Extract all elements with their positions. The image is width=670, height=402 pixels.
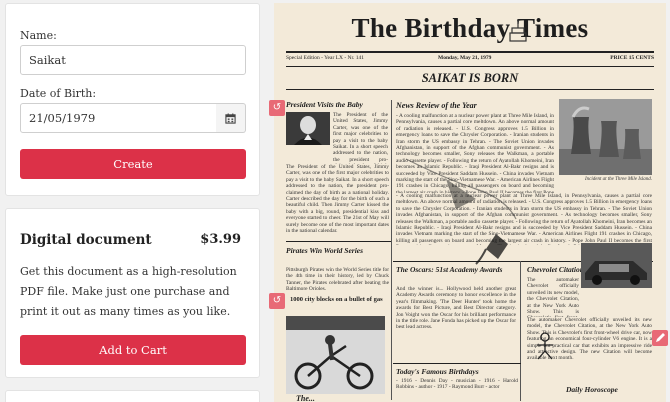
- article-horoscope-head: Daily Horoscope: [566, 385, 618, 394]
- paper-price: PRICE 15 CENTS: [610, 55, 654, 61]
- add-to-cart-button[interactable]: Add to Cart: [20, 335, 246, 365]
- bottom-article-head: The...: [296, 394, 315, 402]
- pencil-edit-icon[interactable]: [652, 330, 668, 346]
- dob-input[interactable]: 21/05/1979: [20, 103, 217, 133]
- product-price: $3.99: [200, 232, 241, 247]
- car-photo: [581, 243, 652, 288]
- article-chevrolet-text-a: The automaker Chevrolet officially unvei…: [527, 277, 579, 317]
- calendar-icon: [225, 112, 236, 124]
- pirates-photo-caption: 1000 city blocks on a bullet of gas: [290, 296, 383, 303]
- product-card: Digital document $3.99 Get this document…: [5, 208, 260, 378]
- nuclear-plant-caption: Incident at the Three Mile Island.: [584, 177, 652, 182]
- bicycle-photo: [286, 316, 385, 394]
- pirates-rule: [286, 241, 391, 242]
- create-button[interactable]: Create: [20, 149, 246, 179]
- product-description: Get this document as a high-resolution P…: [20, 265, 237, 318]
- undo-icon-2[interactable]: ↺: [269, 293, 285, 309]
- mid-rule: [286, 66, 654, 67]
- name-input[interactable]: Saikat: [20, 45, 246, 75]
- article-president-text-a: The President of the United States, Jimm…: [333, 112, 388, 164]
- president-photo: [286, 112, 330, 145]
- top-rule: [286, 51, 654, 53]
- dob-field: 21/05/1979: [20, 103, 246, 133]
- article-pirates-head: Pirates Win World Series: [286, 246, 364, 255]
- headline-rule: [286, 89, 654, 90]
- article-oscars-text: And the winner is... Hollywood held anot…: [396, 286, 516, 331]
- article-president-text-b: The President of the United States, Jimm…: [286, 164, 389, 234]
- secondary-card: [5, 390, 260, 402]
- paper-date: Monday, May 21, 1979: [438, 55, 492, 61]
- article-president-head: President Visits the Baby: [286, 100, 363, 109]
- edition-text: Special Edition - Year LX - Nr. 141: [286, 55, 365, 61]
- paper-headline: SAIKAT IS BORN: [421, 71, 519, 85]
- product-title: Digital document: [20, 232, 152, 248]
- article-birthdays-head: Today's Famous Birthdays: [396, 367, 479, 376]
- crow-illustration-icon: [405, 158, 517, 265]
- newspaper-preview: The Birthday Times Special Edition - Yea…: [274, 3, 666, 402]
- column-divider-2: [520, 261, 521, 401]
- nuclear-plant-photo: [559, 99, 652, 175]
- birthdays-rule: [393, 363, 521, 364]
- undo-icon[interactable]: ↺: [269, 100, 285, 116]
- dob-label: Date of Birth:: [20, 87, 97, 100]
- left-panel: Name: Saikat Date of Birth: 21/05/1979 C…: [5, 3, 260, 402]
- masthead: The Birthday Times: [351, 13, 589, 43]
- edition-row: Special Edition - Year LX - Nr. 141 Mond…: [286, 55, 654, 65]
- order-form-card: Name: Saikat Date of Birth: 21/05/1979 C…: [5, 3, 260, 196]
- calendar-button[interactable]: [216, 103, 246, 133]
- article-birthdays-text: - 1916 - Dennis Day - musician - 1916 - …: [396, 378, 518, 391]
- name-label: Name:: [20, 29, 57, 42]
- birthday-cake-icon: [509, 19, 527, 42]
- article-news-head: News Review of the Year: [396, 101, 477, 110]
- scribble-figure-icon: [537, 332, 553, 360]
- article-pirates-text: Pittsburgh Pirates win the World Series …: [286, 267, 389, 293]
